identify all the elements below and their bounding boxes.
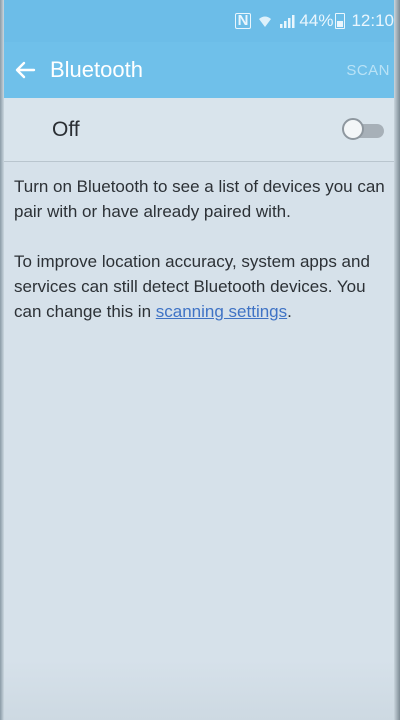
info-paragraph-2: To improve location accuracy, system app… xyxy=(14,249,386,324)
signal-icon xyxy=(279,13,295,29)
toggle-label: Off xyxy=(52,117,80,141)
info-text: Turn on Bluetooth to see a list of devic… xyxy=(14,174,386,349)
bottom-fade xyxy=(0,660,400,720)
scanning-settings-link[interactable]: scanning settings xyxy=(156,302,287,321)
nfc-icon: N xyxy=(234,13,252,29)
info-paragraph-1: Turn on Bluetooth to see a list of devic… xyxy=(14,177,385,221)
battery-icon xyxy=(335,13,346,29)
screen-edge-left xyxy=(0,0,4,720)
page-title: Bluetooth xyxy=(50,57,143,82)
switch-thumb xyxy=(342,117,364,140)
battery-percent: 44% xyxy=(299,11,334,30)
clock: 12:10 xyxy=(351,11,394,30)
arrow-left-icon xyxy=(15,61,36,79)
phone-screen: N 44% 12:10 Bluetooth SCAN Off Turn on B… xyxy=(0,0,400,720)
bluetooth-toggle-row[interactable]: Off xyxy=(0,98,400,162)
wifi-icon xyxy=(257,13,273,29)
back-button[interactable] xyxy=(0,42,50,98)
scan-button[interactable]: SCAN xyxy=(344,56,392,85)
status-bar: N 44% 12:10 xyxy=(0,0,400,42)
screen-edge-right xyxy=(394,0,400,720)
info-paragraph-2-end: . xyxy=(287,302,292,321)
bluetooth-switch[interactable] xyxy=(342,117,386,143)
app-bar: Bluetooth SCAN xyxy=(0,42,400,98)
